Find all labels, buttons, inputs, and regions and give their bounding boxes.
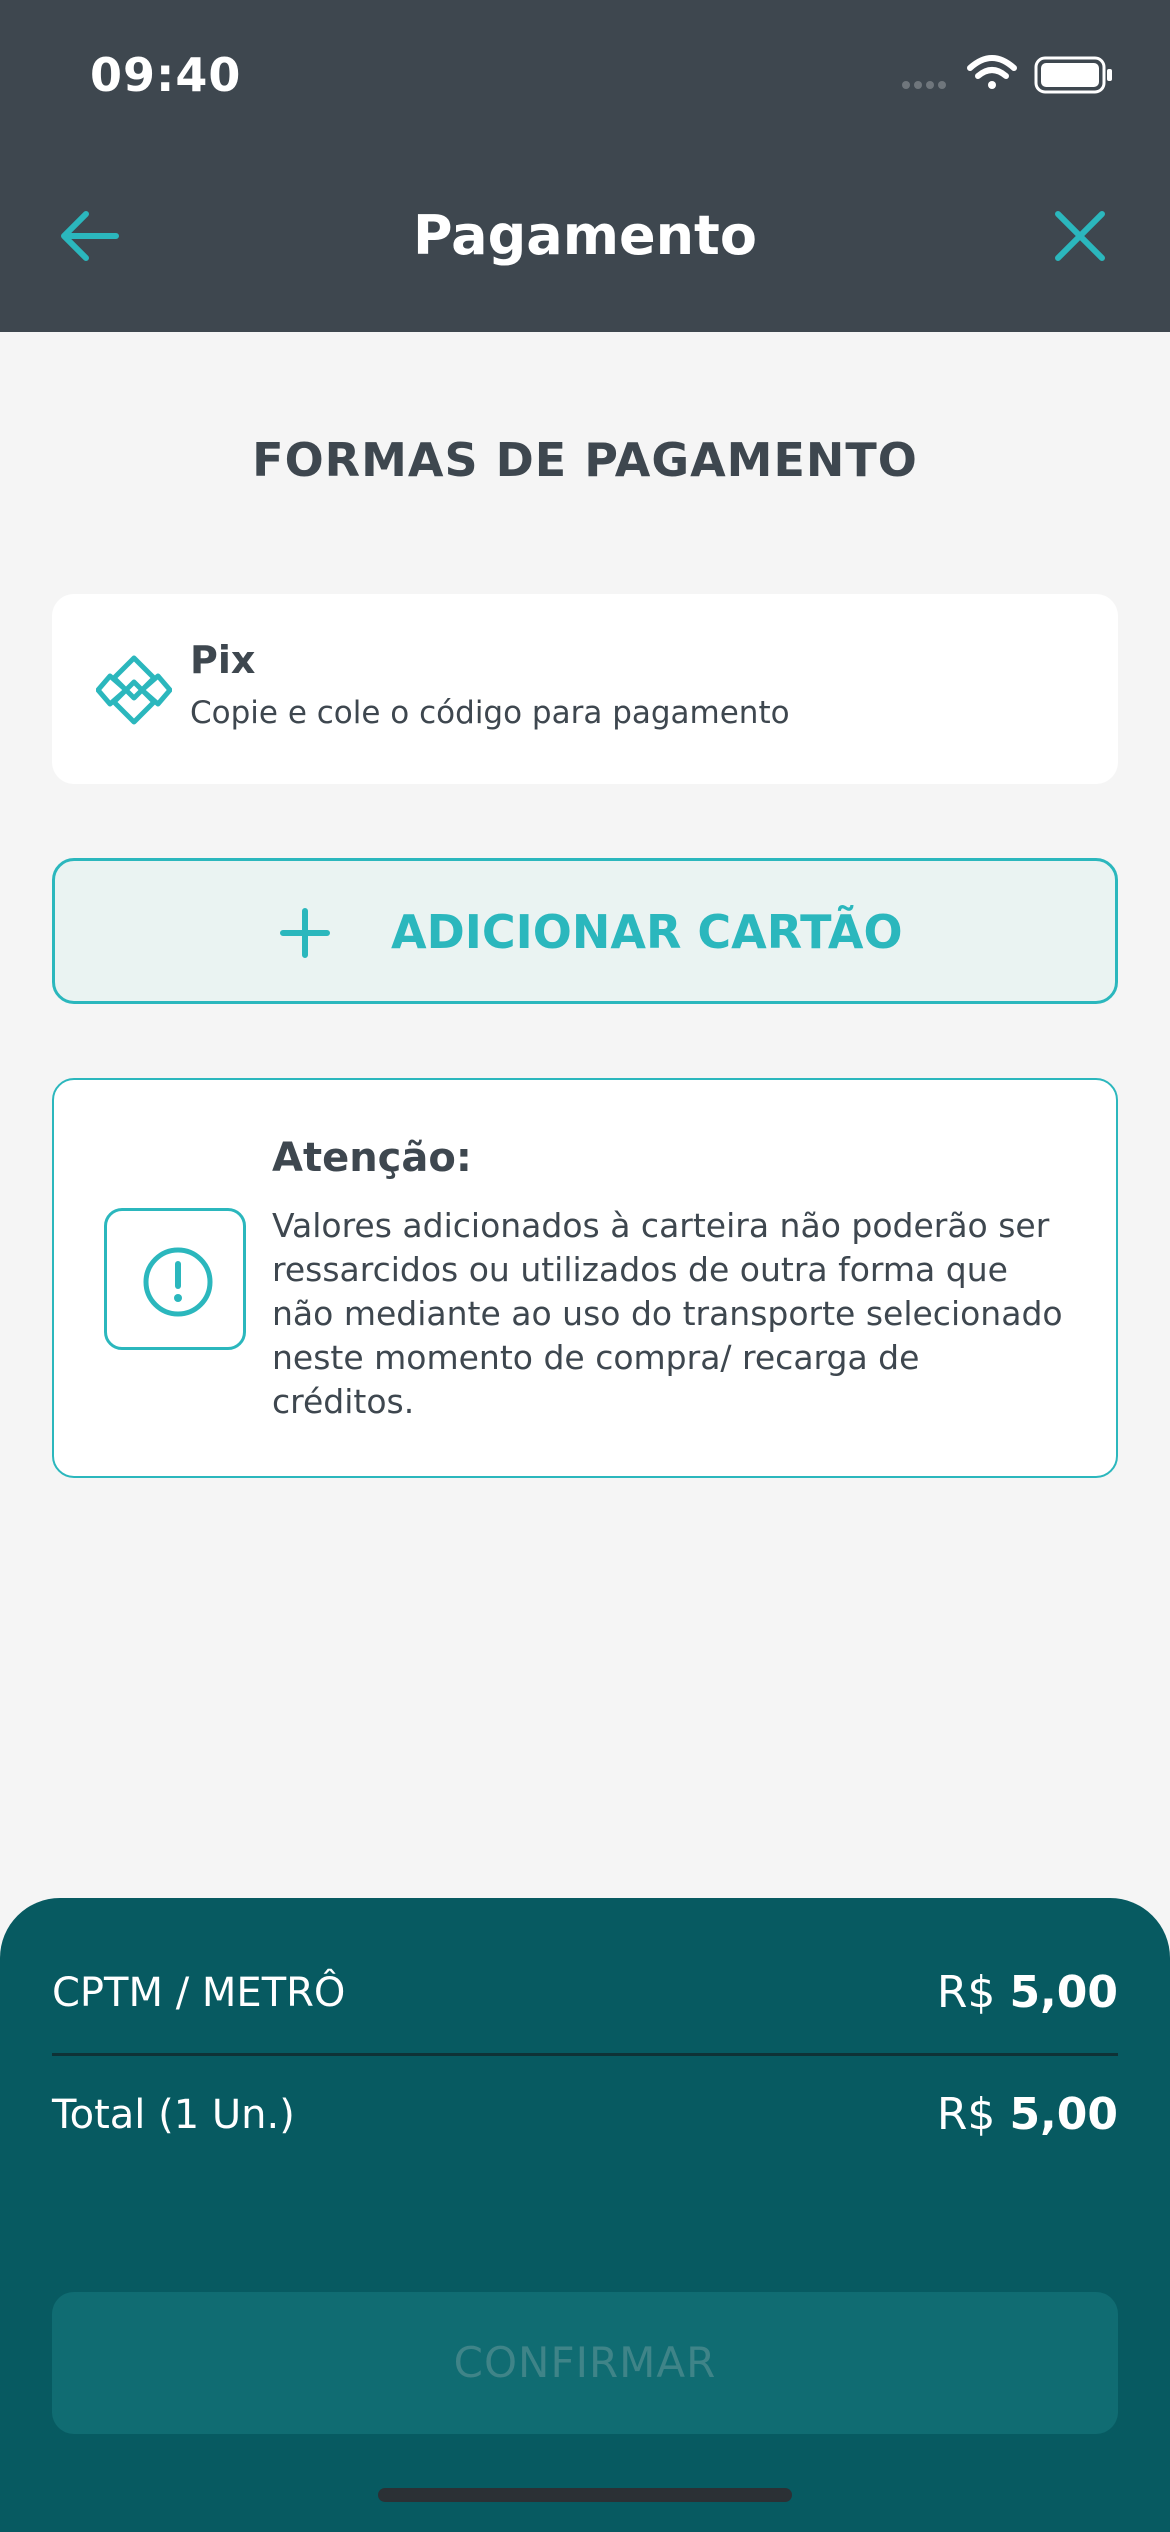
- summary-item-currency: R$: [936, 1967, 996, 2018]
- summary-item-price: R$ 5,00: [937, 1958, 1118, 2028]
- section-title: FORMAS DE PAGAMENTO: [252, 433, 918, 487]
- summary-total-price: R$ 5,00: [937, 2080, 1118, 2150]
- add-card-button[interactable]: ADICIONAR CARTÃO: [52, 858, 1118, 1004]
- summary-total-amount: 5,00: [1009, 2089, 1118, 2140]
- notice-title: Atenção:: [272, 1135, 472, 1181]
- payment-method-pix[interactable]: Pix Copie e cole o código para pagamento: [52, 594, 1118, 784]
- home-indicator: [378, 2488, 792, 2502]
- notice-body: Valores adicionados à carteira não poder…: [272, 1206, 1063, 1421]
- order-summary-panel: CPTM / METRÔ R$ 5,00 Total (1 Un.) R$ 5,…: [0, 1898, 1170, 2532]
- battery-icon: [1034, 56, 1112, 94]
- payment-method-title: Pix: [190, 638, 256, 682]
- summary-item-amount: 5,00: [1009, 1967, 1118, 2018]
- plus-icon: [280, 908, 330, 958]
- exclamation-circle-icon: [143, 1247, 213, 1317]
- payment-method-subtitle: Copie e cole o código para pagamento: [190, 695, 790, 731]
- app-header: 09:40 Pagamento: [0, 0, 1170, 332]
- attention-notice: Atenção: Valores adicionados à carteira …: [52, 1078, 1118, 1478]
- summary-divider: [52, 2053, 1118, 2056]
- close-button[interactable]: [1040, 196, 1120, 276]
- summary-item-label: CPTM / METRÔ: [52, 1970, 346, 2016]
- add-card-label: ADICIONAR CARTÃO: [391, 905, 903, 959]
- close-icon: [1055, 211, 1105, 261]
- pix-icon: [96, 655, 172, 725]
- wifi-icon: [967, 55, 1017, 89]
- status-icons: [898, 50, 1118, 100]
- status-time: 09:40: [90, 48, 242, 102]
- notice-icon-box: [104, 1208, 246, 1350]
- summary-total-label: Total (1 Un.): [52, 2092, 295, 2138]
- summary-total-currency: R$: [936, 2089, 996, 2140]
- confirm-button[interactable]: CONFIRMAR: [52, 2292, 1118, 2434]
- page-title: Pagamento: [413, 204, 757, 267]
- cellular-signal-icon: [902, 81, 946, 89]
